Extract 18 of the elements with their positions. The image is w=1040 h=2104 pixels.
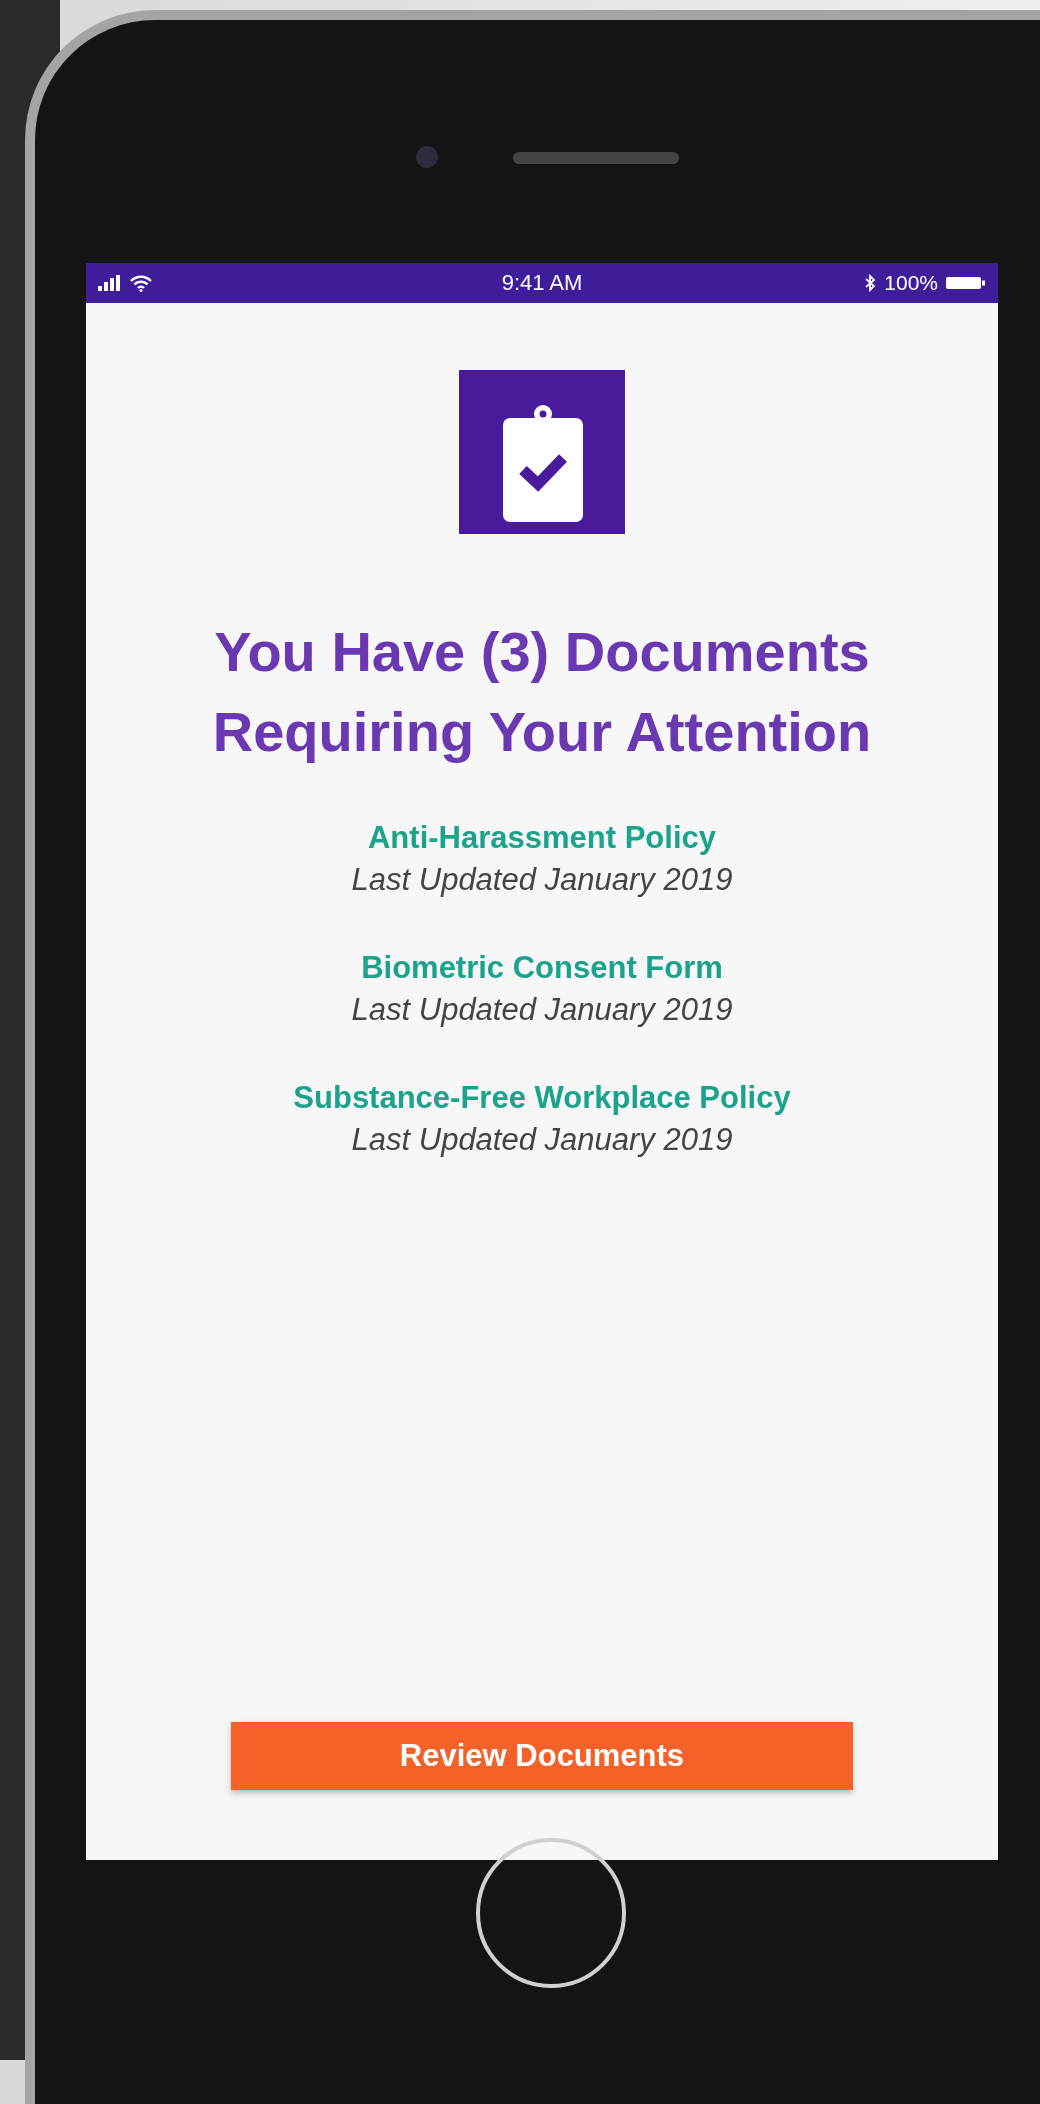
heading: You Have (3) Documents Requiring Your Attention xyxy=(211,619,873,765)
review-documents-button[interactable]: Review Documents xyxy=(231,1722,853,1790)
battery-icon xyxy=(946,275,986,291)
camera-icon xyxy=(416,146,438,168)
speaker-icon xyxy=(513,152,679,164)
wifi-icon xyxy=(130,274,152,292)
battery-percent: 100% xyxy=(884,271,938,295)
home-button[interactable] xyxy=(475,1838,626,1988)
bluetooth-icon xyxy=(864,274,877,292)
document-date: Last Updated January 2019 xyxy=(351,861,733,899)
document-date: Last Updated January 2019 xyxy=(351,991,733,1029)
document-date: Last Updated January 2019 xyxy=(351,1121,733,1159)
clipboard-check-icon xyxy=(459,370,625,534)
document-link[interactable]: Anti-Harassment Policy xyxy=(368,817,716,859)
signal-icon xyxy=(98,275,122,291)
document-link[interactable]: Biometric Consent Form xyxy=(361,947,723,989)
status-time: 9:41 AM xyxy=(501,270,583,296)
document-link[interactable]: Substance-Free Workplace Policy xyxy=(293,1077,791,1119)
